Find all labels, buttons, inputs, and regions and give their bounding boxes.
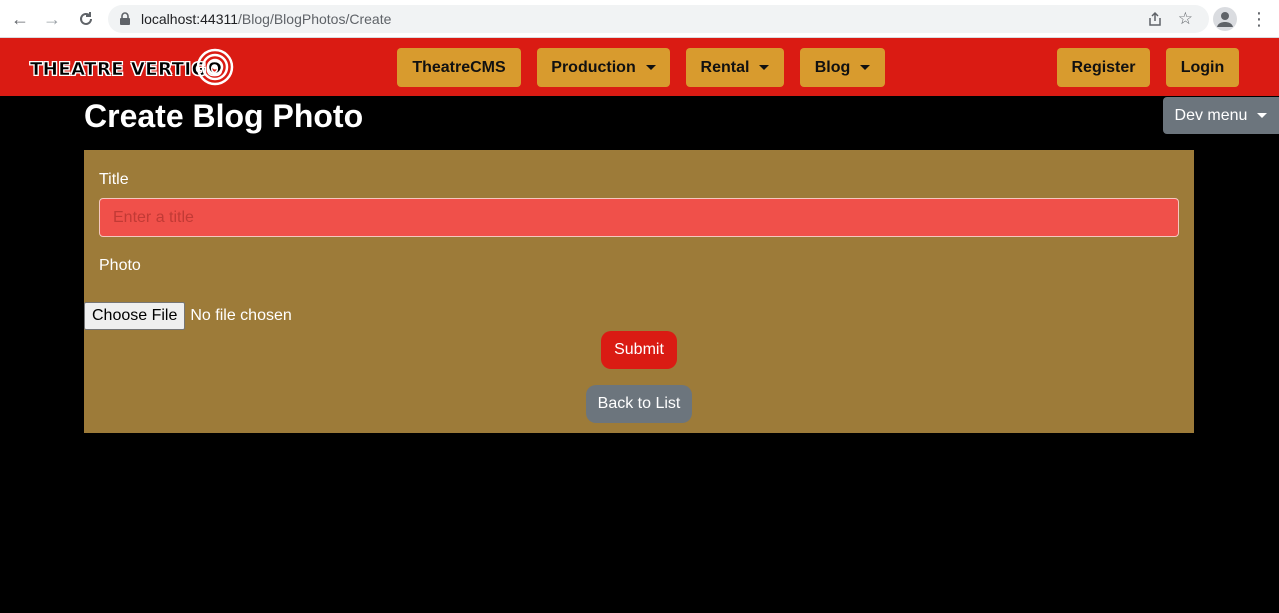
star-icon[interactable]: ☆ [1178,9,1193,29]
logo-text: THEATRE VERTIGO [30,59,223,81]
browser-toolbar: ← → localhost:44311/Blog/BlogPhotos/Crea… [0,0,1279,38]
title-input[interactable] [99,198,1179,237]
photo-label: Photo [99,257,141,274]
caret-down-icon [1257,113,1268,118]
url-text: localhost:44311/Blog/BlogPhotos/Create [141,11,392,27]
register-button[interactable]: Register [1057,48,1150,87]
nav-production-dropdown[interactable]: Production [537,48,670,87]
choose-file-button[interactable]: Choose File [84,302,186,330]
dev-menu-dropdown[interactable]: Dev menu [1163,97,1279,134]
site-logo[interactable]: THEATRE VERTIGO [30,47,235,87]
nav-blog-dropdown[interactable]: Blog [800,48,885,87]
page-title: Create Blog Photo [84,98,364,134]
caret-down-icon [759,65,770,70]
title-label: Title [99,171,129,188]
submit-button[interactable]: Submit [601,331,677,369]
address-bar[interactable]: localhost:44311/Blog/BlogPhotos/Create ☆ [108,5,1209,33]
nav-theatrecms-button[interactable]: TheatreCMS [397,48,521,87]
logo-spiral-icon [196,48,234,86]
create-photo-form: Title Photo Choose File No file chosen S… [84,150,1194,433]
kebab-menu-icon[interactable]: ⋮ [1250,8,1268,30]
file-status-text: No file chosen [190,307,292,324]
share-icon[interactable] [1147,11,1163,27]
lock-icon [120,12,130,25]
reload-icon[interactable] [75,8,97,30]
back-arrow-icon[interactable]: ← [9,8,31,30]
caret-down-icon [645,65,656,70]
nav-rental-dropdown[interactable]: Rental [686,48,784,87]
photo-file-input: Choose File No file chosen [84,302,292,330]
back-to-list-button[interactable]: Back to List [586,385,692,423]
caret-down-icon [860,65,871,70]
login-button[interactable]: Login [1166,48,1239,87]
forward-arrow-icon[interactable]: → [41,8,63,30]
profile-icon[interactable] [1213,7,1237,31]
site-navbar: THEATRE VERTIGO TheatreCMS Production Re… [0,38,1279,96]
